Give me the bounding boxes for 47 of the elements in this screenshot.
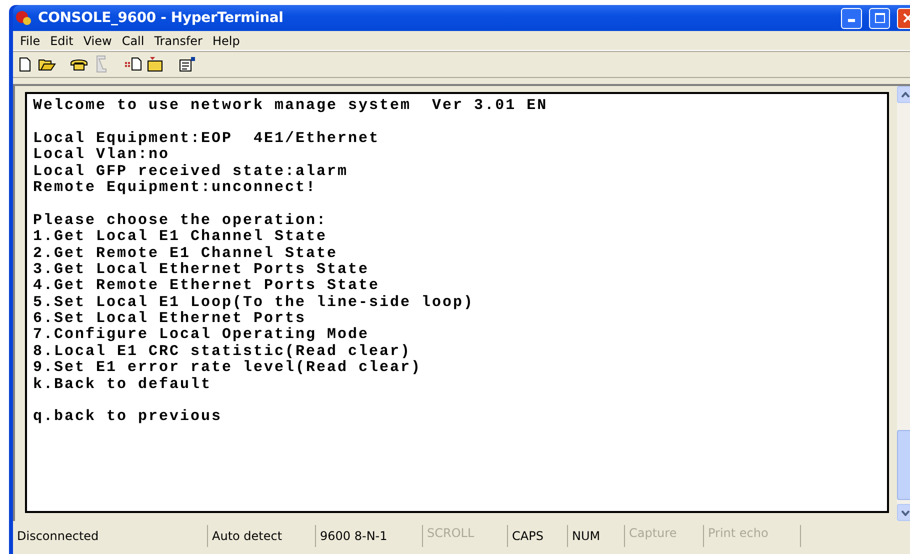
scroll-up-button[interactable] xyxy=(897,86,910,103)
close-icon xyxy=(902,13,910,23)
terminal-line: 7.Configure Local Operating Mode xyxy=(33,327,370,344)
scroll-thumb[interactable] xyxy=(897,430,910,500)
send-file-icon xyxy=(124,57,142,71)
window-title: CONSOLE_9600 - HyperTerminal xyxy=(38,10,284,26)
status-field: CAPS xyxy=(508,525,568,547)
status-field: SCROLL xyxy=(423,525,508,547)
terminal-line: Local GFP received state:alarm xyxy=(33,164,350,180)
scroll-down-button[interactable] xyxy=(897,504,910,521)
terminal-line: 4.Get Remote Ethernet Ports State xyxy=(33,278,381,295)
terminal-line: 2.Get Remote E1 Channel State xyxy=(33,246,339,262)
receive-file-icon xyxy=(146,56,164,72)
terminal-line: Please choose the operation: xyxy=(33,212,328,229)
scrollbar[interactable] xyxy=(897,86,910,521)
terminal-line: 9.Set E1 error rate level(Read clear) xyxy=(33,360,423,376)
terminal-line: k.Back to default xyxy=(33,376,213,394)
menu-item[interactable]: Transfer xyxy=(149,34,208,48)
terminal-line: Welcome to use network manage system Ver 3.01 EN xyxy=(33,98,549,114)
minimize-button[interactable] xyxy=(841,8,862,28)
menu-item[interactable]: View xyxy=(78,34,117,48)
status-field: 9600 8-N-1 xyxy=(316,525,423,547)
terminal-line: 3.Get Local Ethernet Ports State xyxy=(33,262,370,278)
terminal-line: q.back to previous xyxy=(33,409,224,426)
status-field: Auto detect xyxy=(208,525,316,547)
folder-icon xyxy=(38,57,56,71)
terminal-line: 5.Set Local E1 Loop(To the line-side loop) xyxy=(33,294,476,311)
status-field: Disconnected xyxy=(13,525,208,547)
terminal-line: 1.Get Local E1 Channel State xyxy=(33,229,328,246)
terminal-line: 6.Set Local Ethernet Ports xyxy=(33,311,306,328)
status-field: Capture xyxy=(625,525,704,547)
terminal-line: Local Vlan:no xyxy=(33,147,171,164)
terminal-line: Remote Equipment:unconnect! xyxy=(33,180,318,196)
blank-page-icon xyxy=(19,56,31,72)
status-field: NUM xyxy=(568,525,625,547)
terminal-line: Local Equipment:EOP 4E1/Ethernet xyxy=(33,130,381,147)
properties-icon xyxy=(178,56,196,72)
status-field: Print echo xyxy=(704,525,801,547)
menu-item[interactable]: File xyxy=(15,34,46,48)
menu-item[interactable]: Help xyxy=(208,34,245,48)
terminal-line: 8.Local E1 CRC statistic(Read clear) xyxy=(33,344,412,360)
maximize-icon xyxy=(874,13,884,23)
maximize-button[interactable] xyxy=(869,8,890,28)
menu-item[interactable]: Call xyxy=(116,34,150,48)
menu-item[interactable]: Edit xyxy=(45,34,78,48)
toolbar-button[interactable] xyxy=(145,54,165,74)
toolbar-button[interactable] xyxy=(177,54,197,74)
